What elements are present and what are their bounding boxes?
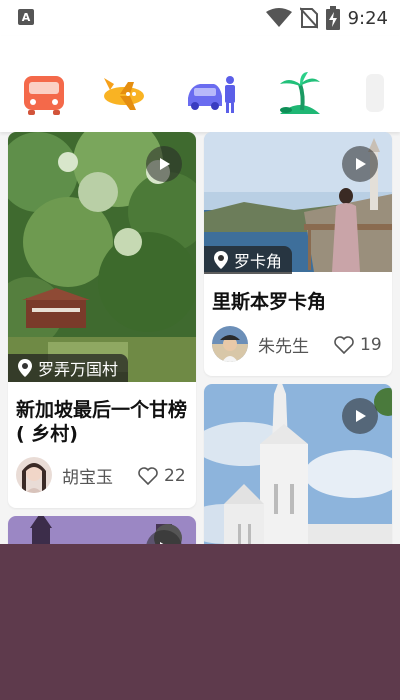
- status-bar: A 9:24: [0, 0, 400, 36]
- island-icon[interactable]: [276, 70, 324, 118]
- notification-a-icon: A: [18, 9, 34, 25]
- card-title[interactable]: 里斯本罗卡角: [212, 290, 384, 314]
- location-label: 罗卡角: [234, 252, 283, 271]
- category-bar: [0, 36, 400, 132]
- card-1[interactable]: 罗弄万国村 新加坡最后一个甘榜 ( 乡村) 胡宝玉 22: [8, 132, 196, 508]
- likes-count: 22: [164, 466, 186, 486]
- author-name[interactable]: 胡宝玉: [62, 463, 113, 488]
- car-rental-icon[interactable]: [186, 70, 238, 118]
- feed: 罗弄万国村 新加坡最后一个甘榜 ( 乡村) 胡宝玉 22 罗卡角 里斯本罗卡角 …: [0, 132, 400, 544]
- play-icon[interactable]: [342, 398, 378, 434]
- card-2[interactable]: 罗卡角 里斯本罗卡角 朱先生 19: [204, 132, 392, 376]
- likes[interactable]: 22: [138, 466, 186, 486]
- bottom-overlay: [0, 544, 400, 700]
- no-sim-icon: [299, 7, 318, 29]
- avatar[interactable]: [16, 457, 52, 493]
- category-more[interactable]: [366, 74, 384, 112]
- card-title[interactable]: 新加坡最后一个甘榜 ( 乡村): [16, 398, 188, 446]
- avatar[interactable]: [212, 326, 248, 362]
- location-tag: 罗弄万国村: [8, 354, 129, 382]
- battery-charging-icon: [325, 6, 340, 30]
- heart-icon[interactable]: [334, 336, 354, 354]
- location-pin-icon: [214, 251, 228, 269]
- bus-icon[interactable]: [20, 70, 68, 118]
- author[interactable]: 胡宝玉: [16, 457, 113, 493]
- likes-count: 19: [360, 335, 382, 355]
- status-time: 9:24: [347, 7, 388, 29]
- card-4[interactable]: [204, 384, 392, 544]
- author[interactable]: 朱先生: [212, 326, 309, 362]
- author-name[interactable]: 朱先生: [258, 332, 309, 357]
- location-label: 罗弄万国村: [38, 360, 119, 379]
- wifi-icon: [265, 8, 292, 28]
- card-3[interactable]: [8, 516, 196, 544]
- location-tag: 罗卡角: [204, 246, 293, 274]
- play-icon[interactable]: [342, 146, 378, 182]
- plane-icon[interactable]: [100, 70, 148, 118]
- play-icon[interactable]: [146, 146, 182, 182]
- heart-icon[interactable]: [138, 467, 158, 485]
- location-pin-icon: [18, 359, 32, 377]
- likes[interactable]: 19: [334, 335, 382, 355]
